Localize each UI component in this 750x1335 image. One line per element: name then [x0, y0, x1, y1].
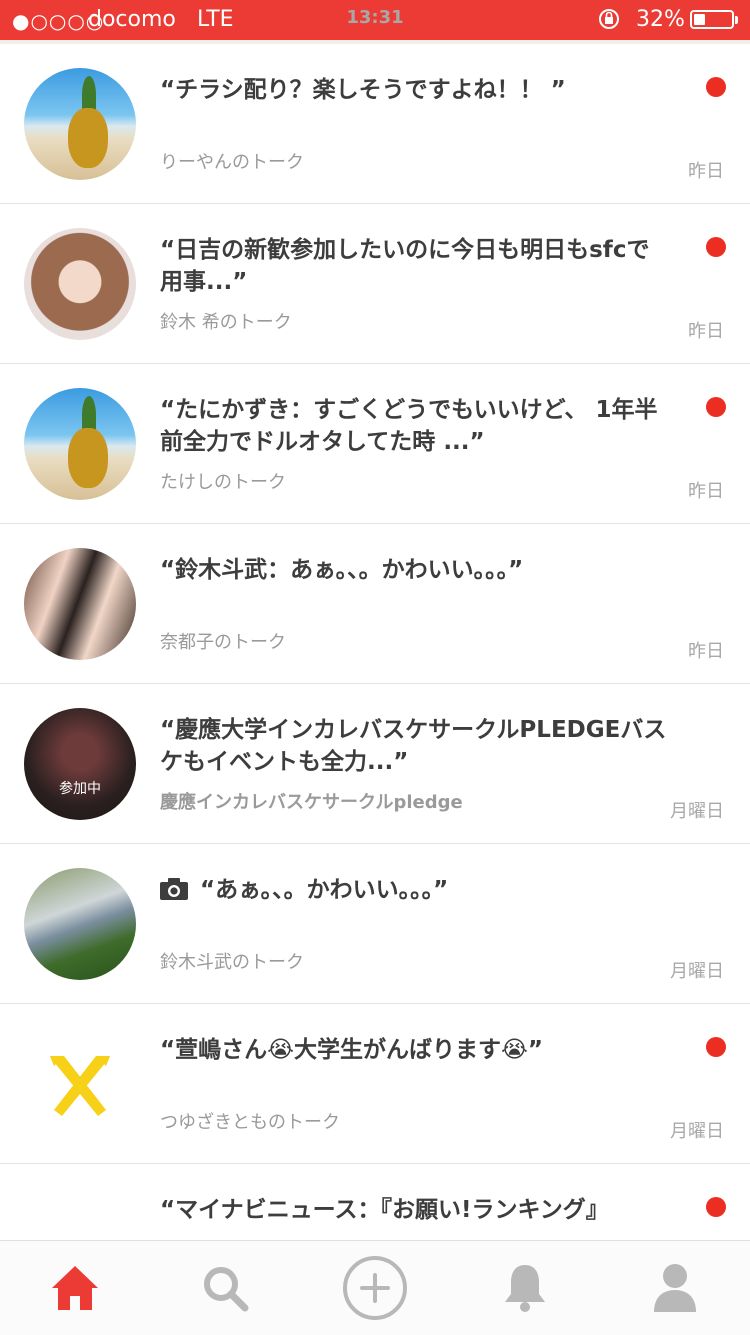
avatar[interactable]: 参加中 [24, 708, 136, 820]
talk-title: “慶應大学インカレバスケサークルPLEDGEバスケもイベントも全力...” [160, 717, 667, 775]
timestamp: 月曜日 [670, 801, 724, 822]
add-icon [343, 1256, 407, 1320]
list-item[interactable]: “チラシ配り？楽しそうですよね！！ ” りーやんのトーク 昨日 [0, 44, 750, 204]
talk-title: “鈴木斗武：あぁ。、。かわいい。。。” [160, 557, 524, 583]
talk-title: “日吉の新歓参加したいのに今日も明日もsfcで用事...” [160, 237, 650, 295]
talk-title: “たにかずき：すごくどうでもいいけど、 1年半前全力でドルオタしてた時 ...” [160, 397, 658, 455]
talk-title: “あぁ。、。かわいい。。。” [200, 877, 449, 903]
talk-room-name: 奈都子のトーク [160, 632, 286, 653]
unread-dot [706, 77, 726, 97]
avatar[interactable] [24, 228, 136, 340]
avatar[interactable] [24, 68, 136, 180]
tab-profile[interactable] [600, 1241, 750, 1335]
timestamp: 昨日 [688, 161, 724, 182]
talk-title: “萱嶋さん😭大学生がんばります😭” [160, 1037, 543, 1063]
profile-icon [654, 1264, 696, 1312]
list-item[interactable]: “たにかずき：すごくどうでもいいけど、 1年半前全力でドルオタしてた時 ...”… [0, 364, 750, 524]
timestamp: 昨日 [688, 481, 724, 502]
unread-dot [706, 237, 726, 257]
talk-room-name: 慶應インカレバスケサークルpledge [160, 792, 463, 813]
rotation-lock-icon [599, 9, 619, 29]
timestamp: 月曜日 [670, 961, 724, 982]
talk-title-row: “あぁ。、。かわいい。。。” [160, 874, 670, 906]
avatar[interactable] [24, 868, 136, 980]
tab-add[interactable] [300, 1241, 450, 1335]
talk-room-name: 鈴木 希のトーク [160, 312, 292, 333]
status-bar: ●○○○○ docomo LTE 13:31 32% [0, 0, 750, 40]
talk-title: “マイナビニュース：『お願い!ランキング』 [160, 1197, 609, 1223]
home-icon [52, 1266, 98, 1310]
tab-bar [0, 1240, 750, 1335]
avatar[interactable] [24, 388, 136, 500]
talk-room-name: たけしのトーク [160, 472, 286, 493]
avatar[interactable] [24, 1028, 136, 1140]
unread-dot [706, 1037, 726, 1057]
camera-icon [160, 878, 188, 900]
tab-search[interactable] [150, 1241, 300, 1335]
timestamp: 昨日 [688, 641, 724, 662]
tab-notifications[interactable] [450, 1241, 600, 1335]
battery-icon [690, 10, 734, 29]
timestamp: 月曜日 [670, 1121, 724, 1142]
timestamp: 昨日 [688, 321, 724, 342]
talk-room-name: りーやんのトーク [160, 152, 304, 173]
talk-room-name: つゆざきとものトーク [160, 1112, 340, 1133]
talk-list[interactable]: “チラシ配り？楽しそうですよね！！ ” りーやんのトーク 昨日 “日吉の新歓参加… [0, 44, 750, 1240]
list-item[interactable]: “萱嶋さん😭大学生がんばります😭” つゆざきとものトーク 月曜日 [0, 1004, 750, 1164]
list-item[interactable]: “鈴木斗武：あぁ。、。かわいい。。。” 奈都子のトーク 昨日 [0, 524, 750, 684]
search-icon [204, 1267, 249, 1312]
talk-room-name: 鈴木斗武のトーク [160, 952, 304, 973]
battery-percent: 32% [636, 7, 685, 32]
list-item[interactable]: “あぁ。、。かわいい。。。” 鈴木斗武のトーク 月曜日 [0, 844, 750, 1004]
pineapple-image [68, 428, 108, 488]
crossed-pens-logo-icon [50, 1056, 110, 1116]
bell-icon [505, 1265, 545, 1312]
list-item[interactable]: “日吉の新歓参加したいのに今日も明日もsfcで用事...” 鈴木 希のトーク 昨… [0, 204, 750, 364]
list-item[interactable]: “マイナビニュース：『お願い!ランキング』 [0, 1164, 750, 1240]
pineapple-image [68, 108, 108, 168]
list-item[interactable]: 参加中 “慶應大学インカレバスケサークルPLEDGEバスケもイベントも全力...… [0, 684, 750, 844]
unread-dot [706, 397, 726, 417]
talk-title: “チラシ配り？楽しそうですよね！！ ” [160, 77, 566, 103]
tab-home[interactable] [0, 1241, 150, 1335]
battery-tip [735, 16, 738, 24]
avatar[interactable] [24, 548, 136, 660]
joined-badge: 参加中 [59, 781, 101, 797]
unread-dot [706, 1197, 726, 1217]
